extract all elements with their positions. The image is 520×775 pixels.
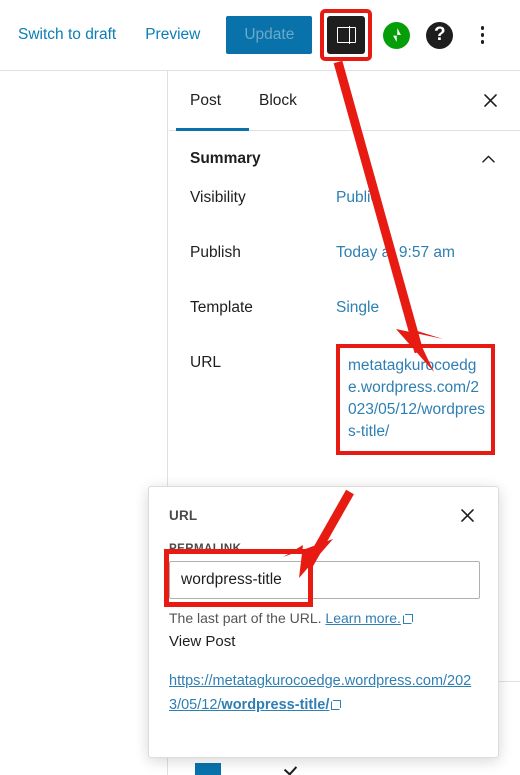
dot bbox=[480, 40, 485, 44]
editor-canvas[interactable] bbox=[0, 71, 168, 775]
summary-row-publish: Publish Today at 9:57 am bbox=[169, 242, 520, 297]
sidebar-tab-bar: Post Block bbox=[169, 71, 520, 131]
settings-sidebar-toggle-button[interactable] bbox=[327, 16, 366, 54]
external-link-icon bbox=[331, 700, 342, 710]
full-post-url-link[interactable]: https://metatagkurocoedge.wordpress.com/… bbox=[149, 653, 498, 717]
visibility-value-button[interactable]: Public bbox=[336, 187, 378, 209]
background-check-icon bbox=[283, 762, 298, 775]
summary-section-header[interactable]: Summary bbox=[169, 131, 520, 187]
three-dots-vertical-icon[interactable] bbox=[472, 21, 492, 49]
url-popover: URL PERMALINK The last part of the URL. … bbox=[148, 486, 499, 758]
view-post-label: View Post bbox=[169, 633, 236, 650]
full-url-slug: wordpress-title/ bbox=[221, 697, 330, 713]
help-question-icon[interactable]: ? bbox=[426, 21, 454, 49]
summary-row-visibility: Visibility Public bbox=[169, 187, 520, 242]
publish-date-button[interactable]: Today at 9:57 am bbox=[336, 242, 455, 264]
jetpack-icon[interactable] bbox=[383, 21, 411, 49]
permalink-help-text: The last part of the URL. Learn more. bbox=[149, 599, 498, 629]
help-glyph: ? bbox=[434, 24, 446, 45]
summary-row-url: URL metatagkurocoedge.wordpress.com/2023… bbox=[169, 344, 520, 455]
close-x-icon bbox=[460, 508, 474, 522]
editor-toolbar: Switch to draft Preview Update ? bbox=[0, 0, 520, 71]
preview-button[interactable]: Preview bbox=[145, 26, 200, 44]
popover-header: URL bbox=[149, 487, 498, 543]
row-label-url: URL bbox=[190, 354, 222, 371]
url-value-highlight: metatagkurocoedge.wordpress.com/2023/05/… bbox=[336, 344, 495, 455]
update-button[interactable]: Update bbox=[226, 16, 313, 54]
help-text-static: The last part of the URL. bbox=[169, 610, 322, 626]
close-sidebar-button[interactable] bbox=[474, 85, 506, 117]
background-block-swatch bbox=[195, 763, 221, 775]
row-label-visibility: Visibility bbox=[190, 189, 246, 206]
learn-more-link[interactable]: Learn more. bbox=[325, 610, 400, 626]
switch-to-draft-button[interactable]: Switch to draft bbox=[18, 26, 116, 44]
tab-post[interactable]: Post bbox=[176, 71, 235, 130]
dot bbox=[480, 26, 485, 30]
row-label-publish: Publish bbox=[190, 244, 241, 261]
dot bbox=[480, 33, 485, 37]
row-label-template: Template bbox=[190, 299, 253, 316]
permalink-label: PERMALINK bbox=[169, 543, 242, 555]
close-x-icon bbox=[483, 94, 497, 107]
popover-title: URL bbox=[169, 507, 198, 523]
popover-close-button[interactable] bbox=[452, 500, 482, 530]
summary-title: Summary bbox=[190, 150, 261, 167]
template-value-button[interactable]: Single bbox=[336, 297, 379, 319]
permalink-input[interactable] bbox=[169, 561, 480, 599]
sidebar-panel-icon bbox=[336, 26, 356, 44]
chevron-up-icon[interactable] bbox=[479, 150, 498, 169]
url-value-button[interactable]: metatagkurocoedge.wordpress.com/2023/05/… bbox=[348, 355, 485, 443]
permalink-field-area bbox=[149, 549, 498, 607]
tab-block[interactable]: Block bbox=[245, 71, 311, 130]
settings-toggle-highlight bbox=[320, 9, 373, 61]
external-link-icon bbox=[402, 614, 413, 624]
